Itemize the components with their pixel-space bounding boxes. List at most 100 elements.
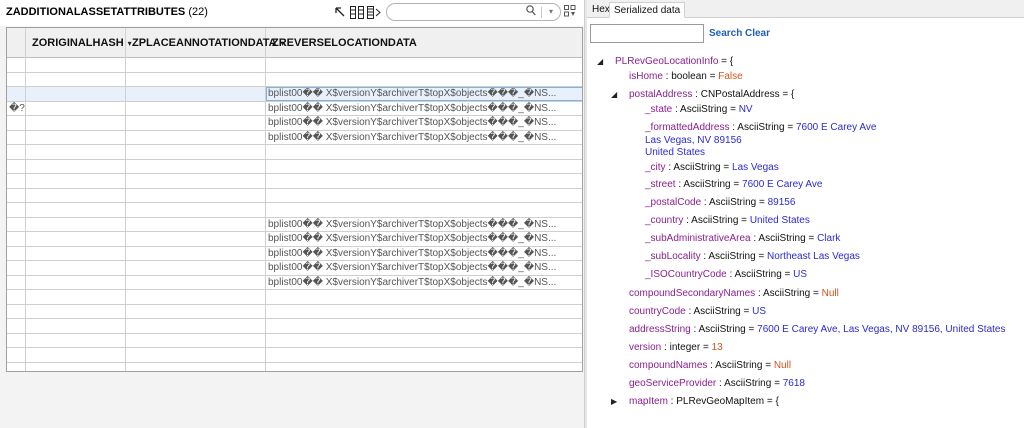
expand-arrow-icon[interactable]: ▶ [611,396,617,408]
tree-node[interactable]: _street : AsciiString = 7600 E Carey Ave [645,179,822,191]
cell-zreverselocationdata[interactable]: bplist00�� X$versionY$archiverT$topX$obj… [266,131,582,145]
cell-zplaceannotationdata[interactable] [126,159,266,174]
row-selector-cell[interactable] [7,116,26,130]
cell-zreverselocationdata[interactable] [266,319,582,333]
cell-zreverselocationdata[interactable]: bplist00�� X$versionY$archiverT$topX$obj… [266,218,582,232]
cell-zoriginalhash[interactable] [26,275,126,290]
cell-zoriginalhash[interactable] [26,188,126,203]
table-row[interactable]: bplist00�� X$versionY$archiverT$topX$obj… [7,246,582,261]
cell-zplaceannotationdata[interactable] [126,203,266,217]
cell-zoriginalhash[interactable] [26,246,126,261]
clear-button[interactable]: Clear [745,28,770,39]
table-row[interactable] [7,290,582,305]
cell-zreverselocationdata[interactable] [266,145,582,159]
cell-zplaceannotationdata[interactable] [126,319,266,333]
cell-zplaceannotationdata[interactable] [126,246,266,261]
column-header-zplaceannotationdata[interactable]: ZPLACEANNOTATIONDATA ▾ [126,28,285,58]
tree-node[interactable]: United States [645,147,705,159]
row-selector-cell[interactable] [7,348,26,362]
cell-zplaceannotationdata[interactable] [126,304,266,319]
tree-node[interactable]: _ISOCountryCode : AsciiString = US [645,269,807,281]
row-selector-cell[interactable] [7,203,26,217]
table-search-input[interactable]: ▾ [386,3,561,21]
tree-node[interactable]: _formattedAddress : AsciiString = 7600 E… [645,122,876,134]
table-row[interactable] [7,319,582,334]
cell-zplaceannotationdata[interactable] [126,174,266,188]
cell-zplaceannotationdata[interactable] [126,188,266,203]
row-selector-cell[interactable] [7,333,26,348]
cell-zplaceannotationdata[interactable] [126,362,266,371]
cell-zoriginalhash[interactable] [26,232,126,246]
cell-zreverselocationdata[interactable]: bplist00�� X$versionY$archiverT$topX$obj… [266,247,582,261]
cell-zoriginalhash[interactable] [26,290,126,304]
tree-node[interactable]: _postalCode : AsciiString = 89156 [645,197,795,209]
column-header-zreverselocationdata[interactable]: ZREVERSELOCATIONDATA [266,28,582,58]
cell-zoriginalhash[interactable] [26,304,126,319]
search-button[interactable]: Search [709,28,742,39]
cell-zoriginalhash[interactable] [26,101,126,116]
cell-zreverselocationdata[interactable]: bplist00�� X$versionY$archiverT$topX$obj… [266,261,582,275]
row-selector-cell[interactable] [7,188,26,203]
table-row[interactable] [7,159,582,174]
table-row[interactable]: bplist00�� X$versionY$archiverT$topX$obj… [7,261,582,276]
cell-zplaceannotationdata[interactable] [126,145,266,159]
tree-node[interactable]: Las Vegas, NV 89156 [645,135,742,147]
row-selector-cell[interactable] [7,145,26,159]
table-row[interactable]: bplist00�� X$versionY$archiverT$topX$obj… [7,87,582,102]
cell-zoriginalhash[interactable] [26,319,126,333]
table-row[interactable] [7,362,582,372]
cell-zreverselocationdata[interactable] [266,348,582,362]
table-row[interactable] [7,145,582,160]
cell-zplaceannotationdata[interactable] [126,130,266,145]
row-selector-cell[interactable] [7,232,26,246]
tree-node[interactable]: ◢ postalAddress : CNPostalAddress = { [611,89,794,101]
row-selector-cell[interactable] [7,304,26,319]
cell-zreverselocationdata[interactable]: bplist00�� X$versionY$archiverT$topX$obj… [266,116,582,130]
table-row[interactable] [7,58,582,73]
cell-zoriginalhash[interactable] [26,116,126,130]
tree-node[interactable]: _subAdministrativeArea : AsciiString = C… [645,233,840,245]
tree-node[interactable]: _subLocality : AsciiString = Northeast L… [645,251,860,263]
tree-node[interactable]: compoundSecondaryNames : AsciiString = N… [629,288,839,300]
cell-zplaceannotationdata[interactable] [126,101,266,116]
tree-node[interactable]: _state : AsciiString = NV [645,104,753,116]
table-row[interactable] [7,188,582,203]
cell-zplaceannotationdata[interactable] [126,72,266,87]
cell-zplaceannotationdata[interactable] [126,348,266,362]
cell-zplaceannotationdata[interactable] [126,290,266,304]
cell-zreverselocationdata[interactable] [266,363,582,372]
row-selector-cell[interactable] [7,174,26,188]
cell-zoriginalhash[interactable] [26,159,126,174]
tree-node[interactable]: ◢ PLRevGeoLocationInfo = { [597,56,733,68]
collapse-arrow-icon[interactable]: ◢ [597,56,603,68]
cell-zreverselocationdata[interactable] [266,58,582,72]
cell-zoriginalhash[interactable] [26,58,126,72]
search-icon[interactable] [526,5,536,19]
search-options-chevron-icon[interactable]: ▾ [549,7,553,16]
cell-zoriginalhash[interactable] [26,217,126,232]
cell-zoriginalhash[interactable] [26,174,126,188]
arrow-up-left-icon[interactable] [333,4,347,20]
cell-zplaceannotationdata[interactable] [126,217,266,232]
table-row[interactable]: bplist00�� X$versionY$archiverT$topX$obj… [7,217,582,232]
row-selector-cell[interactable] [7,362,26,371]
row-selector-cell[interactable] [7,217,26,232]
tree-node[interactable]: countryCode : AsciiString = US [629,306,766,318]
cell-zplaceannotationdata[interactable] [126,275,266,290]
cell-zplaceannotationdata[interactable] [126,261,266,275]
tree-node[interactable]: _city : AsciiString = Las Vegas [645,162,779,174]
cell-zreverselocationdata[interactable] [266,290,582,304]
cell-zoriginalhash[interactable] [26,130,126,145]
table-row[interactable]: bplist00�� X$versionY$archiverT$topX$obj… [7,275,582,290]
table-row[interactable]: bplist00�� X$versionY$archiverT$topX$obj… [7,130,582,145]
cell-zreverselocationdata[interactable] [266,174,582,188]
cell-zoriginalhash[interactable] [26,261,126,275]
filter-grid-icon[interactable] [564,5,576,18]
cell-zplaceannotationdata[interactable] [126,333,266,348]
cell-zoriginalhash[interactable] [26,203,126,217]
row-selector-cell[interactable] [7,290,26,304]
row-selector-cell[interactable] [7,275,26,290]
row-selector-cell[interactable] [7,72,26,87]
row-selector-cell[interactable] [7,319,26,333]
cell-zoriginalhash[interactable] [26,87,126,101]
